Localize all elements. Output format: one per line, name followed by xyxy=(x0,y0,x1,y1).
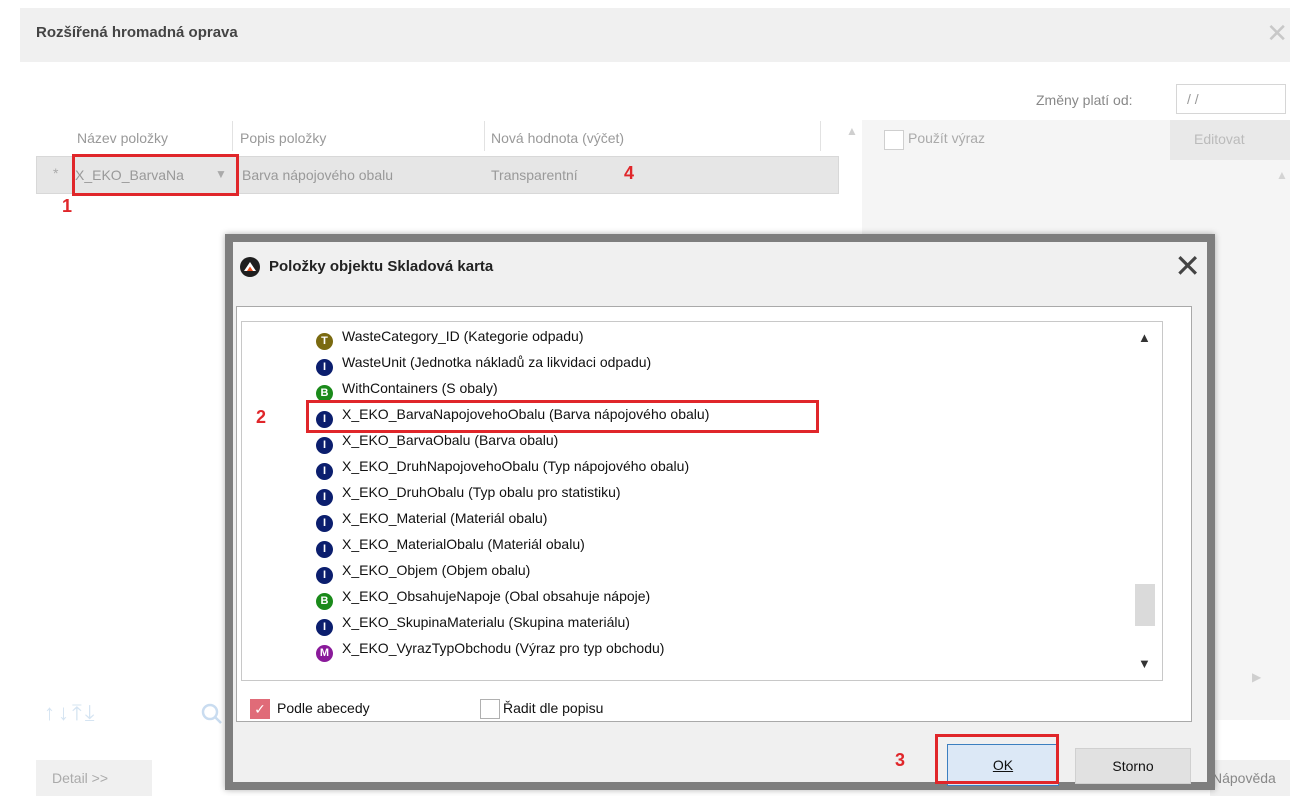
edit-button[interactable]: Editovat xyxy=(1170,120,1290,160)
column-header-item-description[interactable]: Popis položky xyxy=(240,130,326,146)
valid-from-label: Změny platí od: xyxy=(1036,92,1133,108)
items-list[interactable]: T WasteCategory_ID (Kategorie odpadu) I Was… xyxy=(241,321,1163,681)
new-value-cell[interactable]: Transparentní xyxy=(491,167,578,183)
field-type-b-icon: B xyxy=(316,593,333,610)
column-separator xyxy=(232,121,233,151)
list-scrollbar[interactable]: ▲ ▼ xyxy=(1134,326,1156,676)
item-description-cell[interactable]: Barva nápojového obalu xyxy=(242,167,393,183)
list-item[interactable]: M X_EKO_VyrazTypObchodu (Výraz pro typ ob… xyxy=(316,640,664,664)
field-type-i-icon: I xyxy=(316,619,333,636)
annotation-number: 4 xyxy=(624,163,635,183)
list-item-label: WasteCategory_ID (Kategorie odpadu) xyxy=(342,328,584,344)
list-item[interactable]: B X_EKO_ObsahujeNapoje (Obal obsahuje náp… xyxy=(316,588,650,612)
help-button[interactable]: Nápověda xyxy=(1210,760,1290,796)
column-header-new-value[interactable]: Nová hodnota (výčet) xyxy=(491,130,624,146)
column-separator xyxy=(820,121,821,151)
list-item-label: WithContainers (S obaly) xyxy=(342,380,498,396)
column-separator xyxy=(484,121,485,151)
use-expression-label: Použít výraz xyxy=(908,130,986,146)
highlight-box-item-name xyxy=(72,154,239,196)
highlight-box-selected-item xyxy=(306,400,819,433)
scrollbar-thumb[interactable] xyxy=(1135,584,1155,626)
list-item[interactable]: I X_EKO_SkupinaMaterialu (Skupina materiá… xyxy=(316,614,630,638)
detail-button[interactable]: Detail >> xyxy=(36,760,152,796)
annotation-number: 2 xyxy=(256,407,267,427)
list-item-label: X_EKO_ObsahujeNapoje (Obal obsahuje nápo… xyxy=(342,588,651,604)
list-item-label: X_EKO_DruhNapojovehoObalu (Typ nápojovéh… xyxy=(342,458,690,474)
items-list-container: T WasteCategory_ID (Kategorie odpadu) I Was… xyxy=(236,306,1192,722)
field-type-t-icon: T xyxy=(316,333,333,350)
list-item[interactable]: I X_EKO_Material (Materiál obalu) xyxy=(316,510,547,534)
annotation-number: 3 xyxy=(895,750,906,770)
background-close-icon[interactable]: ✕ xyxy=(1266,18,1288,49)
scroll-down-icon[interactable]: ▼ xyxy=(1138,656,1151,671)
list-item-label: X_EKO_SkupinaMaterialu (Skupina materiál… xyxy=(342,614,630,630)
app-logo-icon xyxy=(240,257,260,277)
list-item[interactable]: T WasteCategory_ID (Kategorie odpadu) xyxy=(316,328,584,352)
field-type-i-icon: I xyxy=(316,515,333,532)
list-item-label: X_EKO_BarvaObalu (Barva obalu) xyxy=(342,432,559,448)
list-item-label: X_EKO_Material (Materiál obalu) xyxy=(342,510,548,526)
grid-scroll-up-icon[interactable]: ▲ xyxy=(846,124,858,138)
panel-scroll-right-icon[interactable]: ▶ xyxy=(1252,670,1261,684)
move-row-arrows-icon[interactable]: ↑↓⤒⤓ xyxy=(44,700,97,726)
panel-scroll-up-icon[interactable]: ▲ xyxy=(1276,168,1288,182)
dialog-title: Položky objektu Skladová karta xyxy=(269,258,494,275)
background-titlebar: Rozšířená hromadná oprava ✕ xyxy=(20,8,1290,62)
field-type-m-icon: M xyxy=(316,645,333,662)
cancel-button[interactable]: Storno xyxy=(1075,748,1191,784)
list-item-label: X_EKO_VyrazTypObchodu (Výraz pro typ obc… xyxy=(342,640,665,656)
search-icon[interactable] xyxy=(200,702,224,726)
list-item-label: X_EKO_DruhObalu (Typ obalu pro statistik… xyxy=(342,484,621,500)
dialog-titlebar: Položky objektu Skladová karta ✕ xyxy=(233,242,1207,290)
field-type-i-icon: I xyxy=(316,489,333,506)
sort-by-description-checkbox[interactable] xyxy=(480,699,500,719)
field-type-i-icon: I xyxy=(316,359,333,376)
field-type-i-icon: I xyxy=(316,437,333,454)
highlight-box-ok-button xyxy=(935,734,1059,784)
list-item-label: X_EKO_Objem (Objem obalu) xyxy=(342,562,531,578)
close-icon[interactable]: ✕ xyxy=(1174,246,1201,286)
list-item[interactable]: I X_EKO_DruhNapojovehoObalu (Typ nápojové… xyxy=(316,458,689,482)
field-type-i-icon: I xyxy=(316,567,333,584)
sort-alphabetically-checkbox[interactable]: ✓ xyxy=(250,699,270,719)
annotation-number: 1 xyxy=(62,196,73,216)
list-item[interactable]: I WasteUnit (Jednotka nákladů za likvidac… xyxy=(316,354,651,378)
background-title: Rozšířená hromadná oprava xyxy=(36,24,238,41)
sort-by-description-label: Řadit dle popisu xyxy=(503,700,604,716)
use-expression-checkbox[interactable] xyxy=(884,130,904,150)
list-item[interactable]: I X_EKO_MaterialObalu (Materiál obalu) xyxy=(316,536,585,560)
valid-from-input[interactable]: / / xyxy=(1176,84,1286,114)
scroll-up-icon[interactable]: ▲ xyxy=(1138,330,1151,345)
list-item[interactable]: I X_EKO_BarvaObalu (Barva obalu) xyxy=(316,432,558,456)
object-items-dialog: Položky objektu Skladová karta ✕ T WasteC… xyxy=(225,234,1215,790)
column-header-item-name[interactable]: Název položky xyxy=(77,130,168,146)
field-type-i-icon: I xyxy=(316,463,333,480)
list-item-label: X_EKO_MaterialObalu (Materiál obalu) xyxy=(342,536,585,552)
new-row-marker: * xyxy=(53,165,59,181)
list-item-label: WasteUnit (Jednotka nákladů za likvidaci… xyxy=(342,354,652,370)
list-item[interactable]: I X_EKO_Objem (Objem obalu) xyxy=(316,562,530,586)
list-item[interactable]: I X_EKO_DruhObalu (Typ obalu pro statisti… xyxy=(316,484,621,508)
sort-alphabetically-label: Podle abecedy xyxy=(277,700,370,716)
field-type-i-icon: I xyxy=(316,541,333,558)
